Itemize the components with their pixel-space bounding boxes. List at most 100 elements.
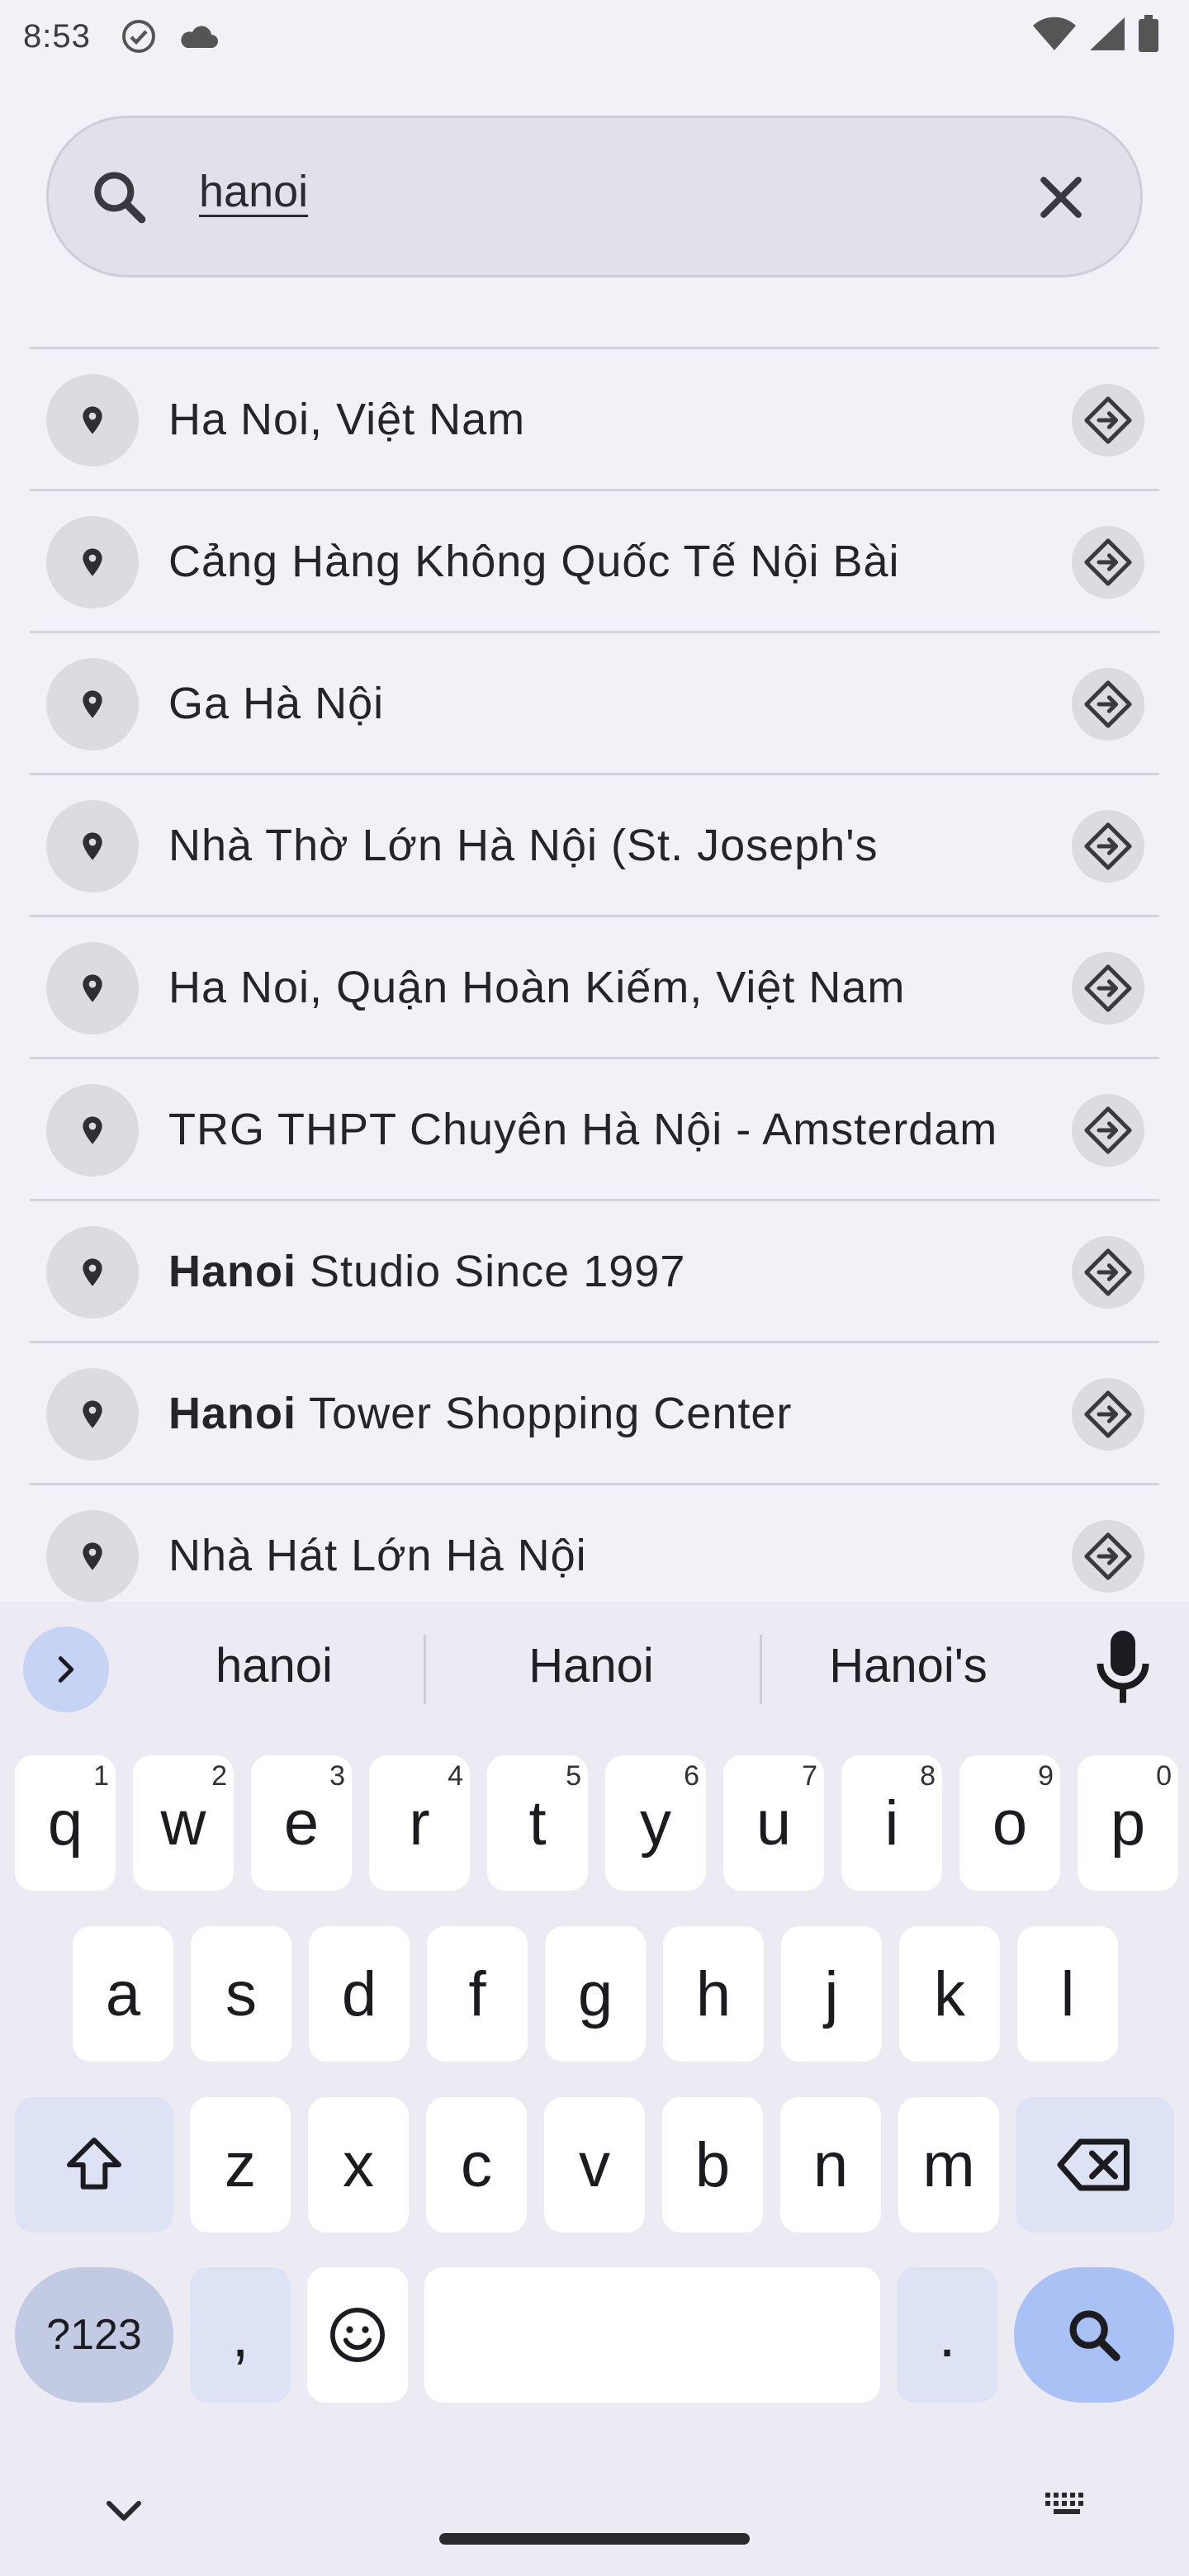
key-label: y: [640, 1788, 671, 1859]
key-s[interactable]: s: [191, 1926, 291, 2062]
key-r[interactable]: r4: [369, 1755, 470, 1891]
key-q[interactable]: q1: [15, 1755, 116, 1891]
space-key[interactable]: [424, 2267, 880, 2403]
directions-icon: [1084, 1390, 1132, 1438]
shift-icon: [67, 2138, 121, 2190]
key-label: n: [812, 2129, 849, 2200]
keyboard-switch-icon[interactable]: [1042, 2485, 1092, 2526]
result-row[interactable]: Nhà Thờ Lớn Hà Nội (St. Joseph's: [30, 773, 1159, 915]
location-pin-badge: [46, 658, 139, 751]
location-pin-badge: [46, 800, 139, 893]
result-label: Nhà Hát Lớn Hà Nội: [168, 1530, 587, 1581]
comma-key[interactable]: ,: [190, 2267, 291, 2403]
key-label: b: [694, 2129, 731, 2200]
backspace-key[interactable]: [1016, 2097, 1174, 2233]
shift-key[interactable]: [15, 2097, 173, 2233]
suggestion-3[interactable]: Hanoi's: [760, 1638, 1057, 1693]
location-pin-icon: [83, 548, 102, 576]
directions-button[interactable]: [1072, 526, 1144, 599]
result-row[interactable]: Hanoi Studio Since 1997: [30, 1199, 1159, 1341]
key-label: d: [341, 1958, 377, 2029]
directions-icon: [1084, 964, 1132, 1012]
key-y[interactable]: y6: [605, 1755, 706, 1891]
key-label: x: [343, 2129, 374, 2200]
emoji-key[interactable]: [307, 2267, 408, 2403]
hide-keyboard-chevron-icon[interactable]: [102, 2493, 145, 2526]
directions-button[interactable]: [1072, 1520, 1144, 1593]
result-row[interactable]: Hanoi Tower Shopping Center: [30, 1341, 1159, 1483]
result-row[interactable]: Ga Hà Nội: [30, 631, 1159, 773]
key-n[interactable]: n: [780, 2097, 881, 2233]
key-hint: 5: [566, 1760, 581, 1792]
result-row[interactable]: Nhà Hát Lớn Hà Nội: [30, 1483, 1159, 1602]
key-label: i: [884, 1788, 899, 1859]
result-label-text: Cảng Hàng Không Quốc Tế Nội Bài: [168, 537, 900, 586]
key-f[interactable]: f: [427, 1926, 528, 2062]
mic-icon[interactable]: [1090, 1627, 1156, 1709]
location-pin-icon: [83, 1542, 102, 1570]
key-z[interactable]: z: [190, 2097, 291, 2233]
directions-button[interactable]: [1072, 1236, 1144, 1309]
key-v[interactable]: v: [544, 2097, 645, 2233]
key-o[interactable]: o9: [959, 1755, 1060, 1891]
key-l[interactable]: l: [1017, 1926, 1118, 2062]
directions-button[interactable]: [1072, 1094, 1144, 1167]
directions-button[interactable]: [1072, 952, 1144, 1025]
period-key[interactable]: .: [897, 2267, 997, 2403]
status-bar: 8:53: [0, 0, 1189, 73]
key-h[interactable]: h: [663, 1926, 764, 2062]
location-pin-icon: [83, 1400, 102, 1428]
key-hint: 8: [920, 1760, 936, 1792]
key-a[interactable]: a: [73, 1926, 173, 2062]
key-p[interactable]: p0: [1078, 1755, 1178, 1891]
suggestion-1[interactable]: hanoi: [126, 1638, 423, 1693]
result-row[interactable]: Ha Noi, Quận Hoàn Kiếm, Việt Nam: [30, 915, 1159, 1057]
result-label: Hanoi Studio Since 1997: [168, 1246, 685, 1297]
expand-suggestions-button[interactable]: [23, 1627, 109, 1712]
location-pin-icon: [83, 832, 102, 860]
home-indicator[interactable]: [439, 2533, 750, 2545]
directions-button[interactable]: [1072, 668, 1144, 741]
result-label: Ha Noi, Quận Hoàn Kiếm, Việt Nam: [168, 962, 905, 1013]
directions-button[interactable]: [1072, 384, 1144, 457]
search-bar[interactable]: hanoi: [46, 116, 1143, 277]
key-d[interactable]: d: [309, 1926, 410, 2062]
key-hint: 0: [1156, 1760, 1172, 1792]
result-row[interactable]: TRG THPT Chuyên Hà Nội - Amsterdam: [30, 1057, 1159, 1199]
key-u[interactable]: u7: [723, 1755, 824, 1891]
key-w[interactable]: w2: [133, 1755, 234, 1891]
key-c[interactable]: c: [426, 2097, 527, 2233]
result-label: Cảng Hàng Không Quốc Tế Nội Bài: [168, 536, 900, 587]
battery-icon: [1139, 15, 1158, 52]
result-label-match: Hanoi: [168, 1247, 297, 1296]
directions-button[interactable]: [1072, 810, 1144, 883]
emoji-icon: [330, 2308, 385, 2362]
key-k[interactable]: k: [899, 1926, 1000, 2062]
key-i[interactable]: i8: [841, 1755, 942, 1891]
key-hint: 6: [684, 1760, 699, 1792]
suggestion-2[interactable]: Hanoi: [443, 1638, 740, 1693]
key-label: a: [105, 1958, 141, 2029]
symbols-key[interactable]: ?123: [15, 2267, 173, 2403]
result-row[interactable]: Ha Noi, Việt Nam: [30, 347, 1159, 489]
location-pin-badge: [46, 1368, 139, 1461]
search-icon[interactable]: [87, 164, 153, 230]
search-action-key[interactable]: [1014, 2267, 1174, 2403]
result-label-text: TRG THPT Chuyên Hà Nội - Amsterdam: [168, 1105, 998, 1154]
result-row[interactable]: Cảng Hàng Không Quốc Tế Nội Bài: [30, 489, 1159, 631]
key-e[interactable]: e3: [251, 1755, 352, 1891]
backspace-icon: [1057, 2138, 1130, 2191]
key-j[interactable]: j: [781, 1926, 882, 2062]
key-g[interactable]: g: [545, 1926, 646, 2062]
key-t[interactable]: t5: [487, 1755, 588, 1891]
key-b[interactable]: b: [662, 2097, 763, 2233]
close-icon[interactable]: [1026, 163, 1096, 232]
directions-button[interactable]: [1072, 1378, 1144, 1451]
key-label: j: [824, 1958, 839, 2029]
key-x[interactable]: x: [308, 2097, 409, 2233]
cloud-icon: [181, 26, 218, 48]
search-input[interactable]: hanoi: [199, 166, 308, 217]
key-m[interactable]: m: [898, 2097, 999, 2233]
key-label: k: [934, 1958, 965, 2029]
result-label-text: Ha Noi, Quận Hoàn Kiếm, Việt Nam: [168, 963, 906, 1012]
